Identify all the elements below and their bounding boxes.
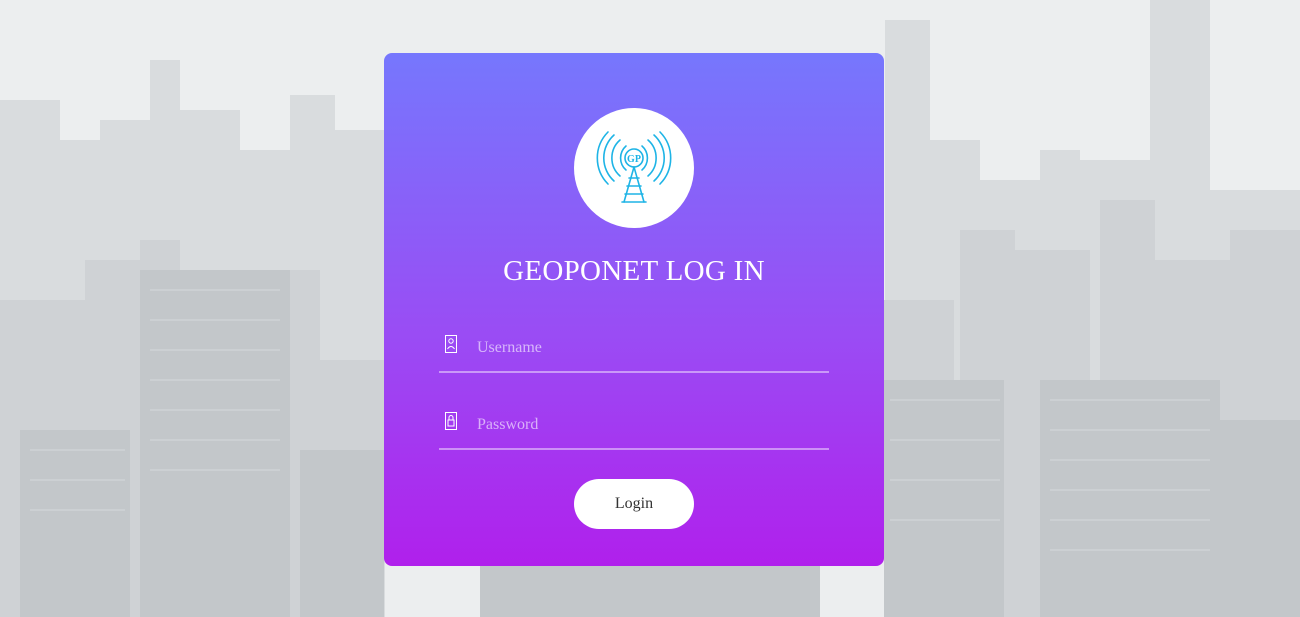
login-button[interactable]: Login <box>574 479 694 529</box>
radio-tower-icon: GP <box>596 131 672 203</box>
username-input[interactable] <box>469 333 835 363</box>
password-input[interactable] <box>469 410 835 440</box>
lock-icon <box>445 412 457 430</box>
user-icon <box>445 335 457 353</box>
username-field <box>439 323 835 373</box>
page-title: GEOPONET LOG IN <box>503 255 765 287</box>
svg-text:GP: GP <box>627 154 641 165</box>
logo-badge: GP <box>574 108 694 228</box>
login-card: GP GEOPONET LOG IN Login <box>384 53 884 566</box>
password-field <box>439 400 835 450</box>
